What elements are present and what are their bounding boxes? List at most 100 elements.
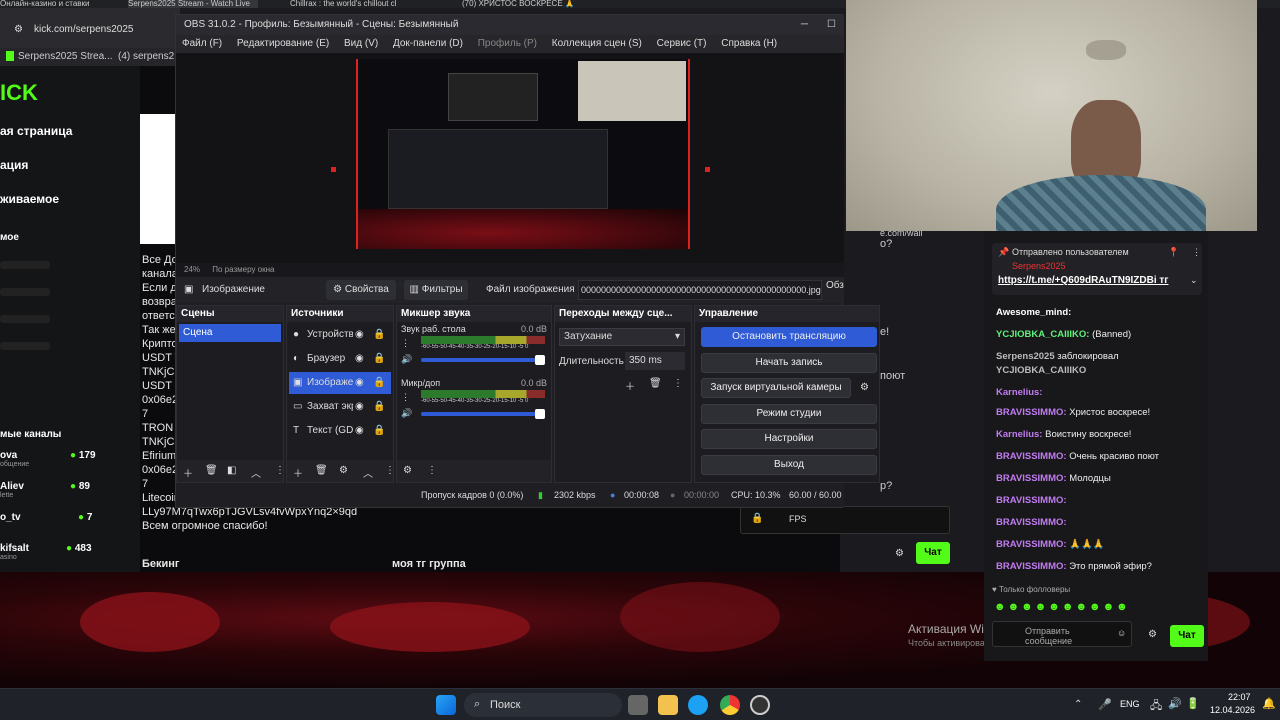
more-icon[interactable]: ⋮ — [427, 465, 437, 476]
chat-input[interactable]: Отправить сообщение ☺ — [992, 621, 1132, 647]
edge-icon[interactable] — [688, 695, 708, 715]
menu-profile[interactable]: Профиль (P) — [478, 38, 537, 49]
eye-icon[interactable]: ◉ — [355, 372, 364, 394]
trash-icon[interactable]: 🗑 — [205, 465, 218, 476]
bounding-handle[interactable] — [331, 167, 336, 172]
network-icon[interactable]: 🖧 — [1150, 697, 1162, 716]
volume-icon[interactable]: 🔊 — [401, 408, 412, 419]
chat-username[interactable]: Awesome_mind: — [996, 307, 1071, 318]
lock-icon[interactable]: 🔒 — [373, 420, 385, 442]
exit-button[interactable]: Выход — [701, 455, 877, 475]
menu-help[interactable]: Справка (H) — [721, 38, 777, 49]
image-file-field[interactable]: 0000000000000000000000000000000000000000… — [578, 280, 822, 300]
menu-docks[interactable]: Док-панели (D) — [393, 38, 463, 49]
zoom-mode[interactable]: По размеру окна — [212, 265, 274, 274]
bookmark-item[interactable]: Serpens2025 Strea... — [18, 51, 113, 62]
gear-icon[interactable]: ⚙ — [403, 465, 412, 476]
emoji-icon[interactable]: ☺ — [1117, 628, 1126, 638]
virtual-camera-button[interactable]: Запуск виртуальной камеры — [701, 378, 851, 398]
obs-preview[interactable] — [176, 53, 844, 263]
chevron-down-icon[interactable]: ⌄ — [1190, 275, 1198, 286]
lock-icon[interactable]: 🔒 — [373, 372, 385, 394]
menu-view[interactable]: Вид (V) — [344, 38, 378, 49]
minimize-icon[interactable]: ─ — [801, 15, 808, 35]
channel-item[interactable]: ova общение ● 179 — [0, 450, 100, 468]
chat-username[interactable]: Serpens2025 — [996, 351, 1055, 362]
url-text[interactable]: kick.com/serpens2025 — [34, 24, 134, 35]
chrome-icon[interactable] — [720, 695, 740, 715]
chat-username[interactable]: YCJIOBKA_CAIIIKO: — [996, 329, 1089, 340]
source-item[interactable]: ▭ Захват экр ◉ 🔒 — [289, 396, 391, 418]
volume-slider-handle[interactable] — [535, 409, 545, 419]
zoom-level[interactable]: 24% — [184, 265, 200, 274]
chevron-up-icon[interactable]: ︿ — [363, 465, 373, 480]
task-view-icon[interactable] — [628, 695, 648, 715]
maximize-icon[interactable]: ☐ — [827, 15, 836, 35]
more-icon[interactable]: ⋮ — [275, 465, 285, 476]
bookmark-item[interactable]: (4) serpens2 — [118, 51, 174, 62]
chat-username[interactable]: BRAVISSIMMO: — [996, 407, 1067, 418]
volume-icon[interactable]: 🔊 — [401, 354, 412, 365]
sidebar-item-home[interactable]: ая страница — [0, 124, 72, 138]
more-icon[interactable]: ⋮ — [401, 338, 410, 349]
duration-input[interactable]: 350 ms — [625, 352, 685, 370]
scene-item[interactable]: Сцена — [179, 324, 281, 342]
gear-icon[interactable]: ⚙ — [895, 548, 904, 559]
gear-icon[interactable]: ⚙ — [1148, 629, 1157, 640]
chat-username[interactable]: BRAVISSIMMO: — [996, 451, 1067, 462]
eye-icon[interactable]: ◉ — [355, 348, 364, 370]
gear-icon[interactable]: ⚙ — [860, 382, 869, 393]
eye-icon[interactable]: ◉ — [355, 396, 364, 418]
chat-username[interactable]: BRAVISSIMMO: — [996, 561, 1067, 572]
clock-date[interactable]: 12.04.2026 — [1210, 705, 1255, 715]
battery-icon[interactable]: 🔋 — [1186, 697, 1200, 710]
sidebar-item-browse[interactable]: ация — [0, 158, 28, 172]
more-icon[interactable]: ⋮ — [1192, 247, 1201, 258]
chat-username[interactable]: Karnelius: — [996, 387, 1042, 398]
trash-icon[interactable]: 🗑 — [649, 378, 662, 389]
add-icon[interactable]: ＋ — [625, 378, 635, 393]
menu-edit[interactable]: Редактирование (E) — [237, 38, 329, 49]
transition-select[interactable]: Затухание ▾ — [559, 328, 685, 346]
start-recording-button[interactable]: Начать запись — [701, 353, 877, 373]
chat-username[interactable]: BRAVISSIMMO: — [996, 517, 1067, 528]
chat-username[interactable]: BRAVISSIMMO: — [996, 495, 1067, 506]
obs-icon[interactable] — [750, 695, 770, 715]
gear-icon[interactable]: ⚙ — [339, 465, 348, 476]
lock-icon[interactable]: 🔒 — [373, 348, 385, 370]
add-icon[interactable]: ＋ — [293, 465, 303, 480]
kick-logo[interactable]: ICK — [0, 80, 38, 106]
emote-bar[interactable]: ☻☻☻☻☻☻☻☻☻☻ — [994, 601, 1194, 615]
browser-tab[interactable]: Онлайн-казино и ставки — [0, 0, 110, 8]
stop-stream-button[interactable]: Остановить трансляцию — [701, 327, 877, 347]
studio-mode-button[interactable]: Режим студии — [701, 404, 877, 424]
windows-start-icon[interactable] — [436, 695, 456, 715]
filter-icon[interactable]: ◧ — [227, 465, 236, 476]
browse-label[interactable]: Обзор — [826, 280, 844, 291]
chat-username[interactable]: YCJIOBKA_CAIIIKO — [996, 365, 1086, 376]
source-item[interactable]: ▣ Изображе ◉ 🔒 — [289, 372, 391, 394]
search-box[interactable]: ⌕ Поиск — [464, 693, 622, 717]
chat-send-button[interactable]: Чат — [1170, 625, 1204, 647]
chat-username[interactable]: Karnelius: — [996, 429, 1042, 440]
properties-button[interactable]: ⚙ Свойства — [326, 280, 396, 300]
eye-icon[interactable]: ◉ — [355, 420, 364, 442]
browser-tab[interactable]: Chillrax : the world's chillout cl — [290, 0, 440, 8]
chevron-up-icon[interactable]: ⌃ — [1074, 699, 1082, 710]
chevron-up-icon[interactable]: ︿ — [251, 465, 261, 480]
volume-slider-handle[interactable] — [535, 355, 545, 365]
browser-tab[interactable]: (70) ХРИСТОС ВОСКРЕСЕ 🙏 — [462, 0, 602, 8]
volume-slider[interactable] — [421, 412, 545, 416]
more-icon[interactable]: ⋮ — [401, 392, 410, 403]
pinned-link[interactable]: https://t.me/+Q609dRAuTN9IZDBi тг — [998, 275, 1170, 286]
sidebar-item-following[interactable]: живаемое — [0, 192, 59, 206]
chat-username[interactable]: BRAVISSIMMO: — [996, 473, 1067, 484]
lock-icon[interactable]: 🔒 — [373, 324, 385, 346]
more-icon[interactable]: ⋮ — [673, 378, 683, 389]
clock-time[interactable]: 22:07 — [1228, 692, 1251, 702]
volume-slider[interactable] — [421, 358, 545, 362]
eye-icon[interactable]: ◉ — [355, 324, 364, 346]
mic-icon[interactable]: 🎤 — [1098, 698, 1112, 711]
settings-button[interactable]: Настройки — [701, 429, 877, 449]
site-info-icon[interactable]: ⚙ — [14, 24, 23, 35]
